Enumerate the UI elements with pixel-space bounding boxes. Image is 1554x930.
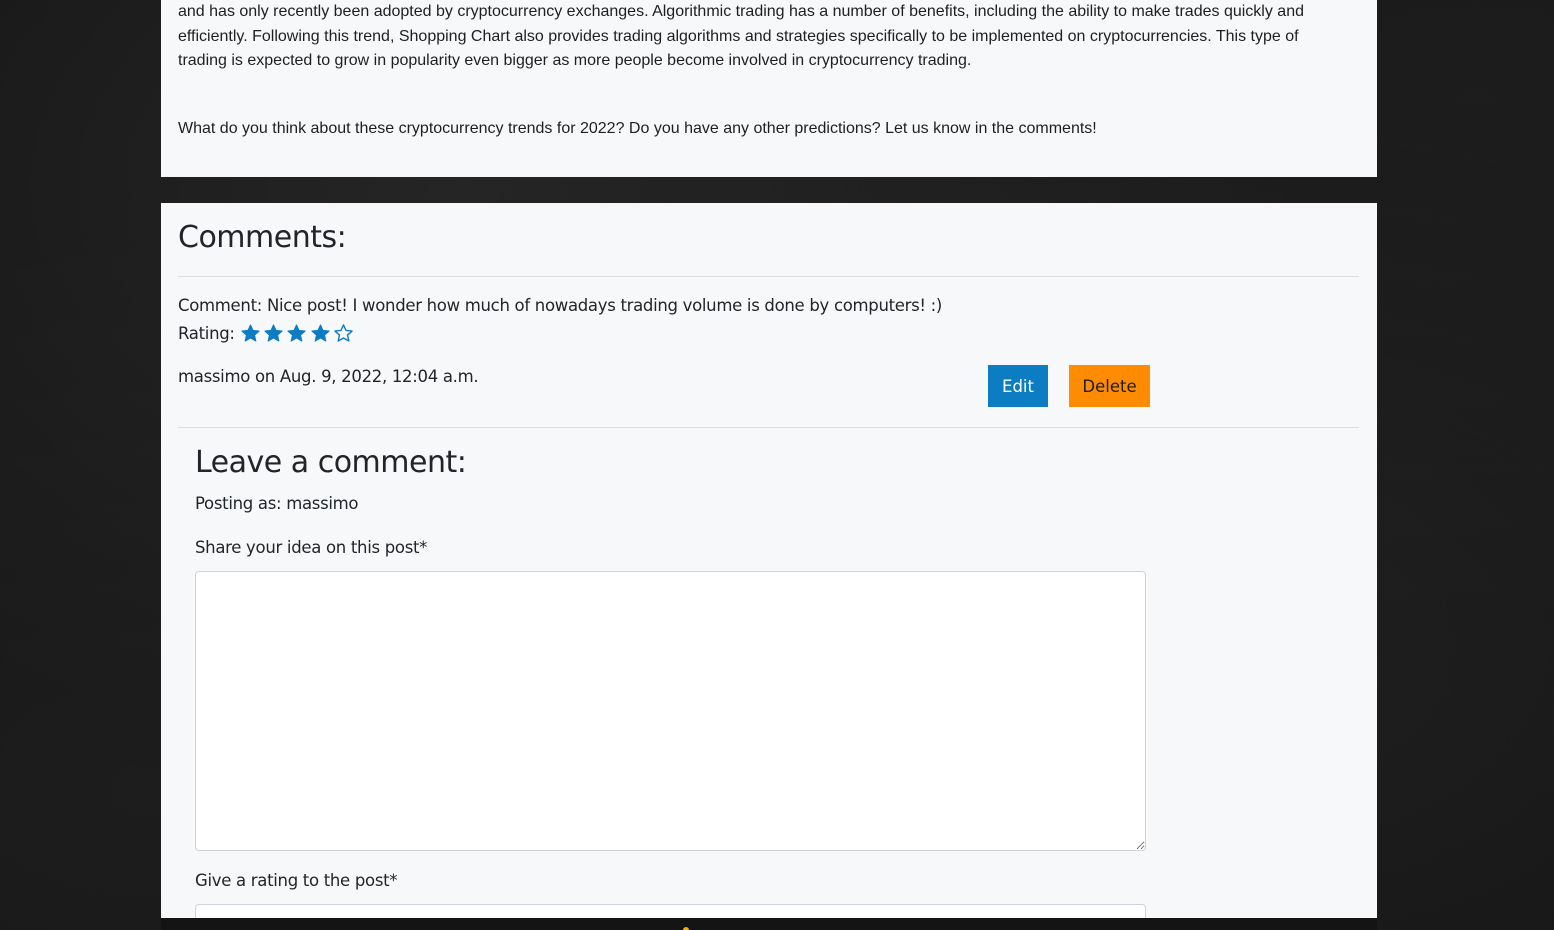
comments-heading: Comments: [178, 220, 347, 255]
divider [178, 276, 1359, 277]
post-body-card: and has only recently been adopted by cr… [161, 0, 1377, 177]
leave-comment-heading: Leave a comment: [195, 445, 467, 480]
page-bottom-strip [161, 918, 1377, 930]
post-paragraph: and has only recently been adopted by cr… [178, 3, 1304, 69]
post-closing-paragraph: What do you think about these cryptocurr… [178, 120, 1097, 137]
rating-label: Rating: [178, 324, 235, 343]
rating-stars [240, 323, 356, 344]
star-filled-icon [240, 323, 261, 344]
comment-rating: Rating: [178, 323, 356, 344]
comments-card: Comments: Comment: Nice post! I wonder h… [161, 203, 1377, 930]
star-filled-icon [263, 323, 284, 344]
rating-field-label: Give a rating to the post* [195, 871, 398, 890]
star-outline-icon [333, 323, 354, 344]
posting-as-text: Posting as: massimo [195, 494, 359, 513]
comment-body-textarea[interactable] [195, 571, 1146, 851]
comment-meta: massimo on Aug. 9, 2022, 12:04 a.m. [178, 367, 479, 386]
divider [178, 427, 1359, 428]
edit-comment-button[interactable]: Edit [988, 365, 1048, 407]
star-filled-icon [310, 323, 331, 344]
comment-text: Comment: Nice post! I wonder how much of… [178, 296, 943, 315]
star-filled-icon [286, 323, 307, 344]
comment-body-label: Share your idea on this post* [195, 538, 428, 557]
delete-comment-button[interactable]: Delete [1069, 365, 1150, 407]
